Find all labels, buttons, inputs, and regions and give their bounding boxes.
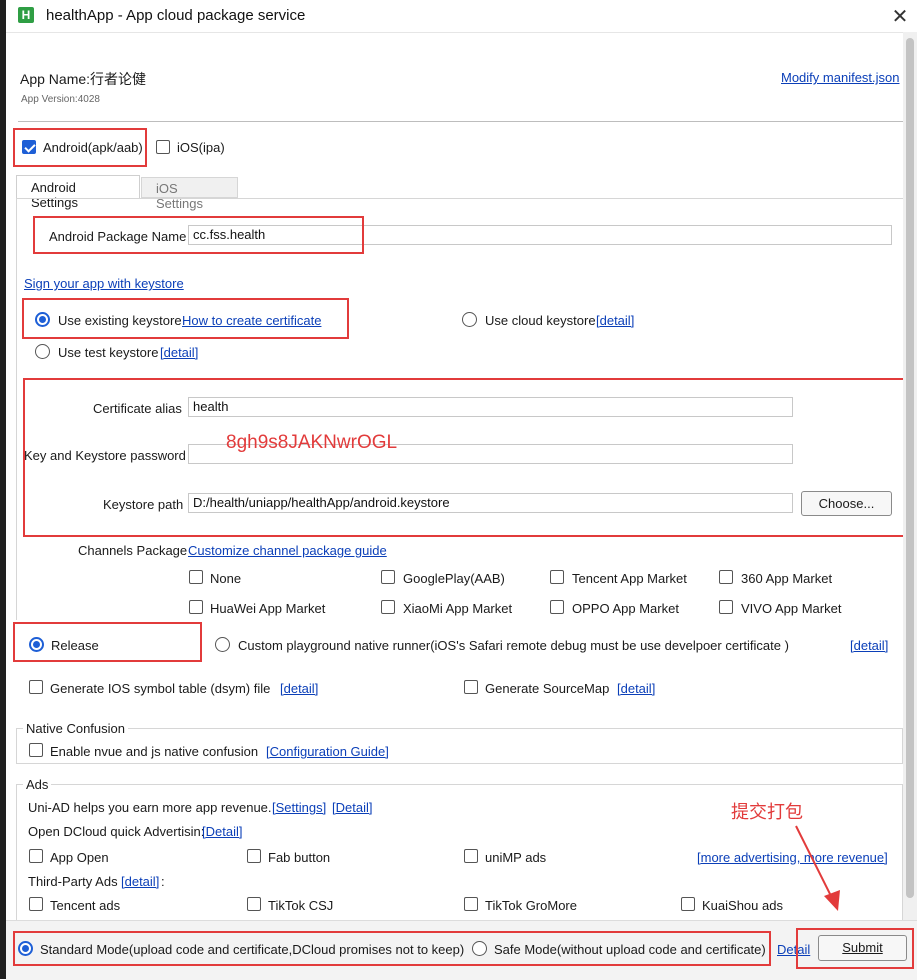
native-confusion-checkbox[interactable] [29, 743, 43, 757]
standard-mode-radio[interactable] [18, 941, 33, 956]
app-logo-icon: H [18, 7, 34, 23]
channels-guide-link[interactable]: Customize channel package guide [188, 543, 387, 558]
channel-vivo-checkbox[interactable] [719, 600, 733, 614]
unimp-ads-checkbox[interactable] [464, 849, 478, 863]
channel-label: HuaWei App Market [210, 601, 326, 616]
submit-button[interactable]: Submit [818, 935, 907, 961]
tiktok-csj-checkbox[interactable] [247, 897, 261, 911]
third-party-colon: : [161, 874, 165, 889]
channel-googleplay-checkbox[interactable] [381, 570, 395, 584]
dsym-detail-link[interactable]: [detail] [280, 681, 318, 696]
use-test-keystore-radio[interactable] [35, 344, 50, 359]
safe-mode-label: Safe Mode(without upload code and certif… [494, 942, 766, 957]
ad-label: uniMP ads [485, 850, 547, 865]
channel-label: GooglePlay(AAB) [403, 571, 505, 586]
android-platform-label: Android(apk/aab) [43, 140, 143, 155]
cloud-keystore-detail-link[interactable]: [detail] [596, 313, 634, 328]
ad-label: Tencent ads [50, 898, 121, 913]
native-confusion-label: Enable nvue and js native confusion [50, 744, 259, 759]
package-name-label: Android Package Name [49, 229, 187, 244]
dsym-checkbox[interactable] [29, 680, 43, 694]
scrollbar-thumb[interactable] [906, 38, 914, 898]
tencent-ads-checkbox[interactable] [29, 897, 43, 911]
custom-runner-radio[interactable] [215, 637, 230, 652]
test-keystore-detail-link[interactable]: [detail] [160, 345, 198, 360]
ad-label: KuaiShou ads [702, 898, 783, 913]
channel-label: XiaoMi App Market [403, 601, 513, 616]
scrollbar[interactable] [903, 32, 917, 920]
ad-label: App Open [50, 850, 109, 865]
standard-mode-label: Standard Mode(upload code and certificat… [40, 942, 465, 957]
channel-360-checkbox[interactable] [719, 570, 733, 584]
fab-button-checkbox[interactable] [247, 849, 261, 863]
use-cloud-keystore-radio[interactable] [462, 312, 477, 327]
ad-label: TikTok GroMore [485, 898, 577, 913]
safe-mode-radio[interactable] [472, 941, 487, 956]
release-radio[interactable] [29, 637, 44, 652]
custom-runner-label: Custom playground native runner(iOS's Sa… [238, 638, 789, 653]
annotation-arrow [795, 825, 840, 911]
channel-tencent-checkbox[interactable] [550, 570, 564, 584]
use-existing-keystore-label: Use existing keystore [58, 313, 182, 328]
third-party-detail-link[interactable]: [detail] [121, 874, 159, 889]
ads-title: Ads [23, 777, 52, 792]
sourcemap-detail-link[interactable]: [detail] [617, 681, 655, 696]
cert-alias-label: Certificate alias [93, 401, 182, 416]
kuaishou-ads-checkbox[interactable] [681, 897, 695, 911]
open-dcloud-label: Open DCloud quick Advertisin: [28, 824, 205, 839]
how-to-create-certificate-link[interactable]: How to create certificate [182, 313, 321, 328]
android-platform-checkbox[interactable] [22, 140, 36, 154]
channel-label: 360 App Market [741, 571, 833, 586]
channel-huawei-checkbox[interactable] [189, 600, 203, 614]
tiktok-gromore-checkbox[interactable] [464, 897, 478, 911]
ios-platform-label: iOS(ipa) [177, 140, 225, 155]
ad-label: Fab button [268, 850, 331, 865]
custom-runner-detail-link[interactable]: [detail] [850, 638, 888, 653]
keystore-path-label: Keystore path [103, 497, 184, 512]
use-cloud-keystore-label: Use cloud keystore [485, 313, 596, 328]
channel-label: None [210, 571, 242, 586]
open-dcloud-detail-link[interactable]: [Detail] [202, 824, 242, 839]
cert-alias-input[interactable]: health [188, 397, 793, 417]
keystore-path-input[interactable]: D:/health/uniapp/healthApp/android.keyst… [188, 493, 793, 513]
sourcemap-checkbox[interactable] [464, 680, 478, 694]
choose-keystore-button[interactable]: Choose... [801, 491, 892, 516]
ios-platform-checkbox[interactable] [156, 140, 170, 154]
channel-xiaomi-checkbox[interactable] [381, 600, 395, 614]
uniad-text: Uni-AD helps you earn more app revenue. [28, 800, 272, 815]
channel-label: VIVO App Market [741, 601, 842, 616]
channels-label: Channels Package [78, 543, 188, 558]
header-divider [18, 121, 904, 122]
background-editor-strip [0, 0, 6, 979]
ads-detail-link[interactable]: [Detail] [332, 800, 372, 815]
channel-oppo-checkbox[interactable] [550, 600, 564, 614]
ad-label: TikTok CSJ [268, 898, 334, 913]
modify-manifest-link[interactable]: Modify manifest.json [781, 70, 900, 85]
tab-android-settings[interactable]: Android Settings [16, 175, 140, 210]
package-name-input[interactable]: cc.fss.health [188, 225, 892, 245]
third-party-label: Third-Party Ads [28, 874, 118, 889]
close-icon[interactable]: ✕ [889, 4, 911, 29]
channel-label: Tencent App Market [572, 571, 687, 586]
sign-keystore-link[interactable]: Sign your app with keystore [24, 276, 184, 291]
native-confusion-title: Native Confusion [23, 721, 128, 736]
window-title: healthApp - App cloud package service [46, 7, 306, 24]
dsym-label: Generate IOS symbol table (dsym) file [50, 681, 271, 696]
footer-detail-link[interactable]: Detail [777, 942, 810, 957]
password-annotation: 8gh9s8JAKNwrOGL [226, 432, 398, 453]
app-open-checkbox[interactable] [29, 849, 43, 863]
password-label: Key and Keystore password [24, 448, 186, 463]
configuration-guide-link[interactable]: [Configuration Guide] [266, 744, 389, 759]
use-existing-keystore-radio[interactable] [35, 312, 50, 327]
app-version: App Version:4028 [21, 94, 100, 105]
channel-none-checkbox[interactable] [189, 570, 203, 584]
channel-label: OPPO App Market [572, 601, 679, 616]
use-test-keystore-label: Use test keystore [58, 345, 159, 360]
app-name: App Name:行者论健 [20, 71, 147, 87]
release-label: Release [51, 638, 99, 653]
title-bar: H healthApp - App cloud package service … [6, 0, 917, 33]
sourcemap-label: Generate SourceMap [485, 681, 610, 696]
ads-settings-link[interactable]: [Settings] [272, 800, 326, 815]
tab-ios-settings[interactable]: iOS Settings [141, 177, 238, 211]
